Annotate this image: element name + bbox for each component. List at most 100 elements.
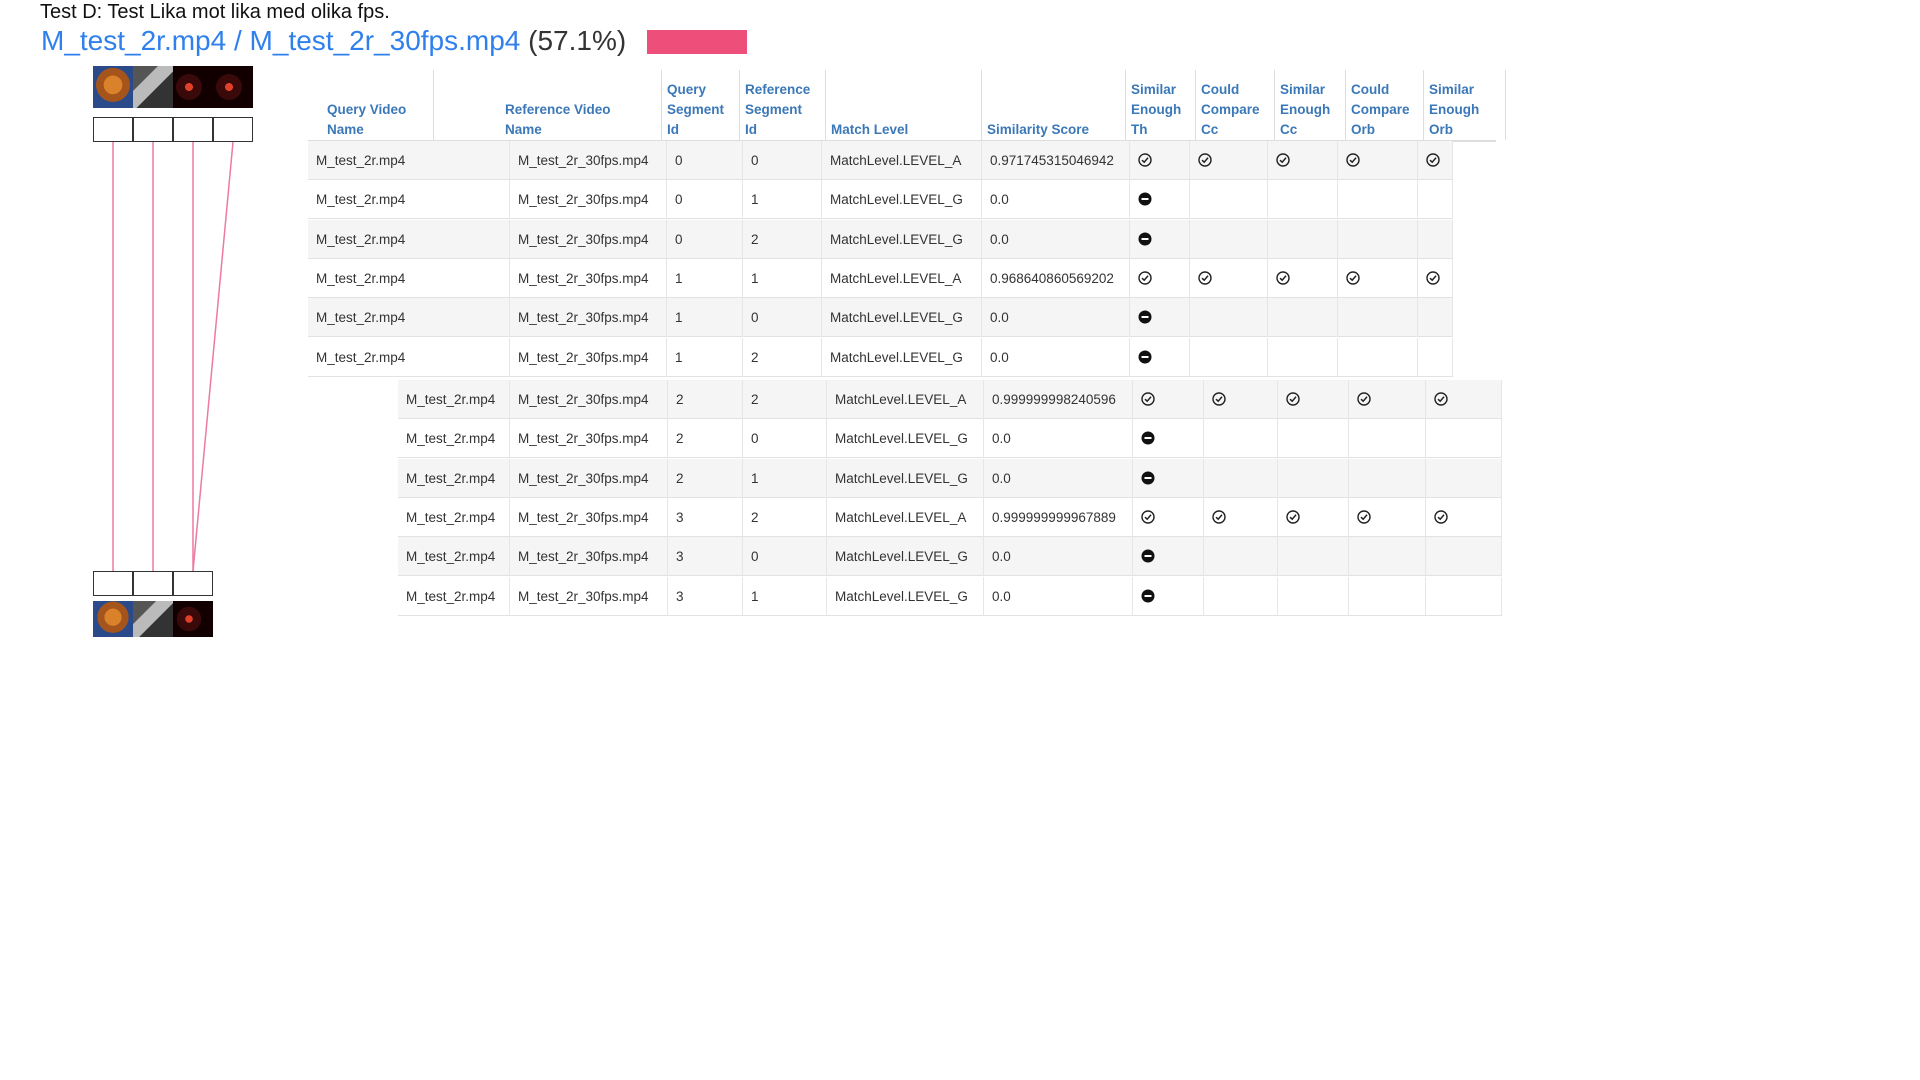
query-segment-box[interactable] bbox=[213, 117, 253, 142]
reference-name-cell: M_test_2r_30fps.mp4 bbox=[510, 337, 667, 377]
match-level-cell: MatchLevel.LEVEL_G bbox=[827, 537, 984, 577]
reference-name-cell: M_test_2r_30fps.mp4 bbox=[510, 497, 668, 537]
reference-segment-cell: 0 bbox=[743, 298, 822, 338]
flag-cell bbox=[1278, 537, 1349, 577]
query-segment-box[interactable] bbox=[93, 117, 133, 142]
flag-cell bbox=[1190, 141, 1268, 180]
match-level-cell: MatchLevel.LEVEL_A bbox=[822, 258, 982, 298]
check-circle-icon bbox=[1276, 153, 1290, 167]
table-row[interactable]: M_test_2r.mp4 M_test_2r_30fps.mp4 3 0 MatchL… bbox=[398, 537, 1502, 577]
check-circle-icon bbox=[1434, 392, 1448, 406]
flag-cell bbox=[1418, 258, 1453, 298]
table-row[interactable]: M_test_2r.mp4 M_test_2r_30fps.mp4 1 0 MatchL… bbox=[308, 298, 1453, 338]
query-name-cell: M_test_2r.mp4 bbox=[308, 180, 510, 220]
similarity-score-cell: 0.0 bbox=[984, 458, 1133, 498]
reference-name-cell: M_test_2r_30fps.mp4 bbox=[510, 419, 668, 459]
check-circle-icon bbox=[1346, 153, 1360, 167]
flag-cell bbox=[1130, 258, 1190, 298]
match-level-cell: MatchLevel.LEVEL_A bbox=[827, 497, 984, 537]
table-row[interactable]: M_test_2r.mp4 M_test_2r_30fps.mp4 2 2 MatchL… bbox=[398, 380, 1502, 419]
table-row[interactable]: M_test_2r.mp4 M_test_2r_30fps.mp4 2 0 MatchL… bbox=[398, 419, 1502, 459]
query-segment-box[interactable] bbox=[133, 117, 173, 142]
column-header[interactable]: Similarity Score bbox=[982, 70, 1126, 140]
flag-cell bbox=[1190, 298, 1268, 338]
similarity-score-cell: 0.0 bbox=[982, 337, 1130, 377]
reference-segment-cell: 1 bbox=[743, 576, 827, 616]
reference-segment-box[interactable] bbox=[173, 571, 213, 596]
flag-cell bbox=[1349, 576, 1426, 616]
minus-circle-icon bbox=[1138, 192, 1152, 206]
query-name-cell: M_test_2r.mp4 bbox=[398, 419, 510, 459]
check-circle-icon bbox=[1198, 153, 1212, 167]
reference-segment-cell: 1 bbox=[743, 258, 822, 298]
column-header[interactable]: Could Compare Cc bbox=[1196, 70, 1275, 140]
flag-cell bbox=[1133, 497, 1204, 537]
column-header[interactable]: Query Segment Id bbox=[662, 70, 740, 140]
reference-name-cell: M_test_2r_30fps.mp4 bbox=[510, 537, 668, 577]
table-row[interactable]: M_test_2r.mp4 M_test_2r_30fps.mp4 3 2 MatchL… bbox=[398, 497, 1502, 537]
reference-segment-box[interactable] bbox=[133, 571, 173, 596]
column-header[interactable]: Could Compare Orb bbox=[1346, 70, 1424, 140]
similarity-score-cell: 0.0 bbox=[982, 298, 1130, 338]
check-circle-icon bbox=[1138, 271, 1152, 285]
flag-cell bbox=[1130, 219, 1190, 259]
check-circle-icon bbox=[1286, 392, 1300, 406]
grey-scene-thumbnail bbox=[133, 601, 173, 637]
flag-cell bbox=[1204, 576, 1278, 616]
check-circle-icon bbox=[1141, 392, 1155, 406]
column-header-line: Similarity Score bbox=[987, 122, 1090, 137]
column-header[interactable]: Reference Video Name bbox=[500, 70, 662, 140]
column-header-line: Could bbox=[1201, 82, 1240, 97]
query-segment-box[interactable] bbox=[173, 117, 213, 142]
flag-cell bbox=[1418, 298, 1453, 338]
check-circle-icon bbox=[1357, 510, 1371, 524]
column-header[interactable]: Similar Enough Th bbox=[1126, 70, 1196, 140]
flag-cell bbox=[1268, 258, 1338, 298]
grey-scene-thumbnail bbox=[133, 66, 173, 108]
flag-cell bbox=[1338, 337, 1418, 377]
reference-name-cell: M_test_2r_30fps.mp4 bbox=[510, 576, 668, 616]
flag-cell bbox=[1418, 180, 1453, 220]
table-row[interactable]: M_test_2r.mp4 M_test_2r_30fps.mp4 1 1 MatchL… bbox=[308, 258, 1453, 298]
table-row[interactable]: M_test_2r.mp4 M_test_2r_30fps.mp4 0 0 MatchL… bbox=[308, 141, 1453, 180]
similarity-score-cell: 0.0 bbox=[982, 219, 1130, 259]
flag-cell bbox=[1268, 180, 1338, 220]
reference-name-cell: M_test_2r_30fps.mp4 bbox=[510, 458, 668, 498]
column-header[interactable]: Match Level bbox=[826, 70, 982, 140]
reference-segment-cell: 1 bbox=[743, 180, 822, 220]
column-header[interactable]: Similar Enough Orb bbox=[1424, 70, 1506, 140]
column-header-line: Id bbox=[667, 122, 679, 137]
minus-circle-icon bbox=[1141, 431, 1155, 445]
query-name-cell: M_test_2r.mp4 bbox=[308, 219, 510, 259]
table-row[interactable]: M_test_2r.mp4 M_test_2r_30fps.mp4 3 1 MatchL… bbox=[398, 576, 1502, 616]
flag-cell bbox=[1349, 497, 1426, 537]
reference-segment-cell: 0 bbox=[743, 537, 827, 577]
red-night-thumbnail bbox=[213, 66, 253, 108]
column-header-line: Name bbox=[327, 122, 364, 137]
table-row[interactable]: M_test_2r.mp4 M_test_2r_30fps.mp4 0 2 MatchL… bbox=[308, 219, 1453, 259]
column-header-line: Reference bbox=[745, 82, 811, 97]
check-circle-icon bbox=[1357, 392, 1371, 406]
minus-circle-icon bbox=[1138, 232, 1152, 246]
column-header[interactable]: Similar Enough Cc bbox=[1275, 70, 1346, 140]
column-header[interactable]: Query Video Name bbox=[322, 70, 434, 140]
flag-cell bbox=[1133, 419, 1204, 459]
table-row[interactable]: M_test_2r.mp4 M_test_2r_30fps.mp4 0 1 MatchL… bbox=[308, 180, 1453, 220]
table-row[interactable]: M_test_2r.mp4 M_test_2r_30fps.mp4 2 1 MatchL… bbox=[398, 458, 1502, 498]
flag-cell bbox=[1268, 337, 1338, 377]
similarity-score-cell: 0.0 bbox=[984, 419, 1133, 459]
column-header-line: Cc bbox=[1201, 122, 1219, 137]
reference-name-cell: M_test_2r_30fps.mp4 bbox=[510, 380, 668, 419]
red-night-thumbnail bbox=[173, 66, 213, 108]
query-segment-cell: 1 bbox=[667, 258, 743, 298]
minus-circle-icon bbox=[1141, 549, 1155, 563]
match-level-cell: MatchLevel.LEVEL_G bbox=[822, 337, 982, 377]
table-row[interactable]: M_test_2r.mp4 M_test_2r_30fps.mp4 1 2 MatchL… bbox=[308, 337, 1453, 377]
flag-cell bbox=[1418, 219, 1453, 259]
similarity-score-cell: 0.968640860569202 bbox=[982, 258, 1130, 298]
flag-cell bbox=[1190, 337, 1268, 377]
query-segment-cell: 0 bbox=[667, 141, 743, 180]
column-header[interactable]: Reference Segment Id bbox=[740, 70, 826, 140]
flag-cell bbox=[1130, 141, 1190, 180]
reference-segment-box[interactable] bbox=[93, 571, 133, 596]
